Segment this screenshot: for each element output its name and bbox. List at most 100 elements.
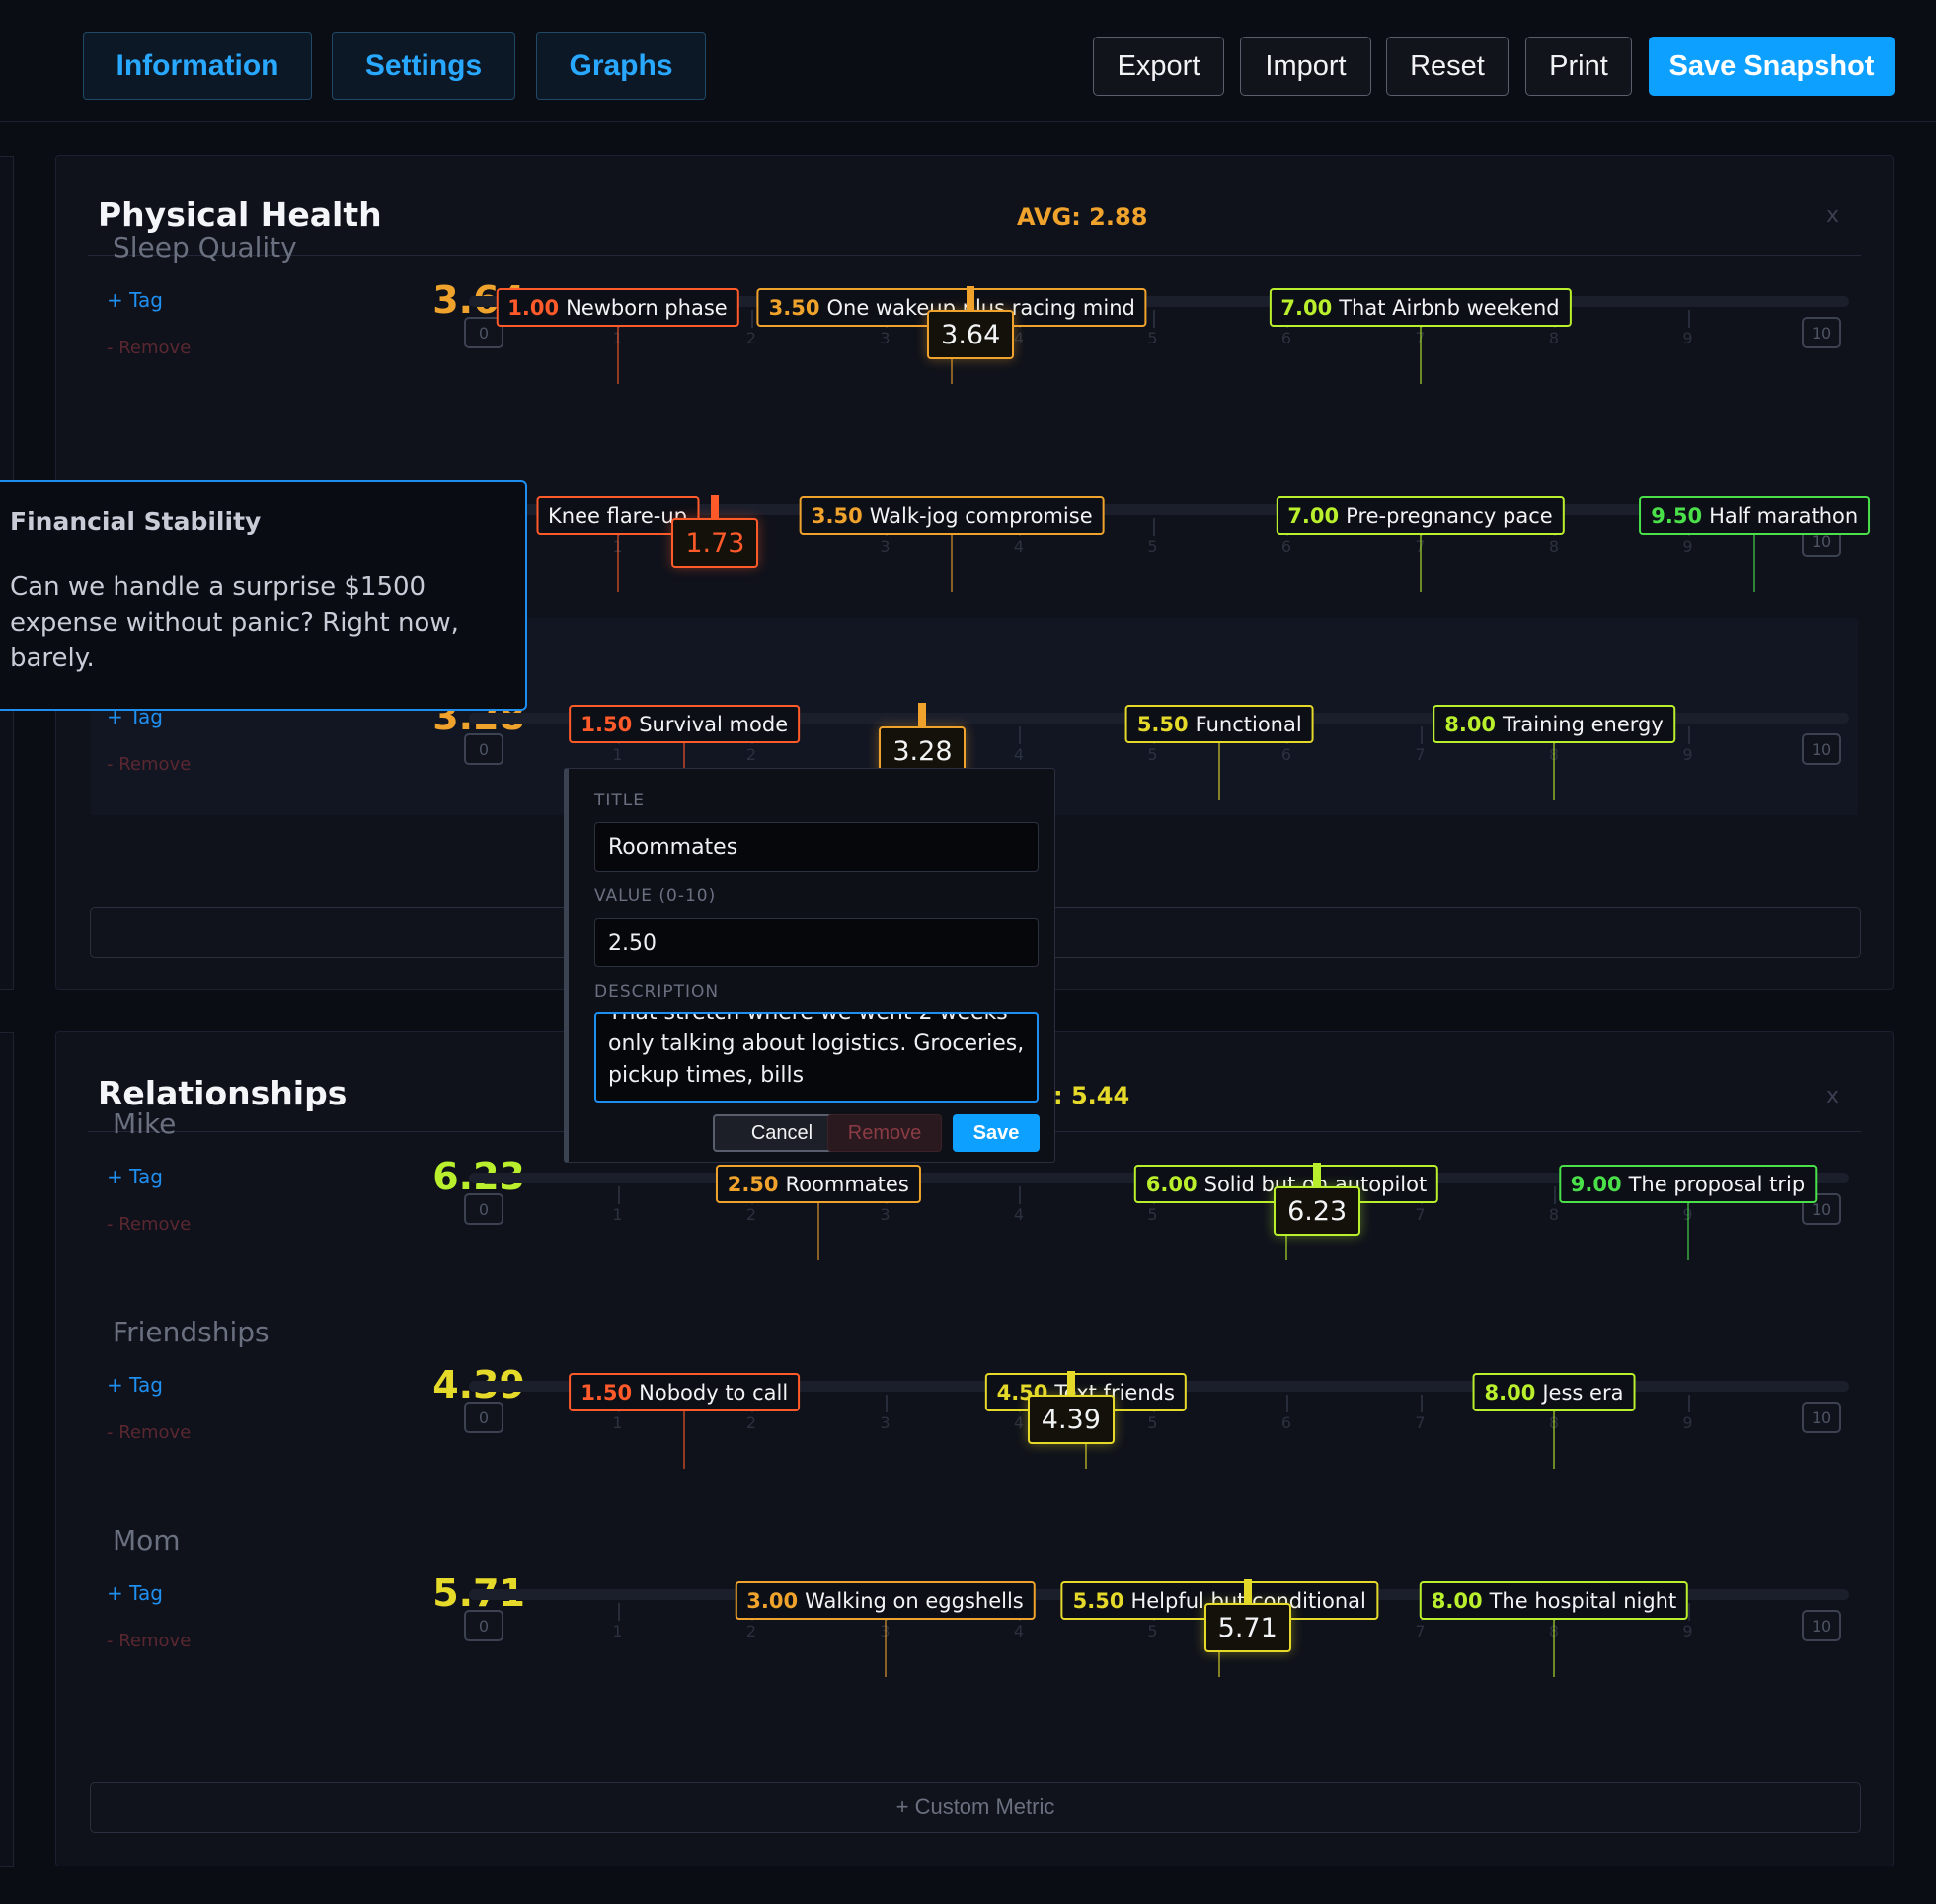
anchor-tag[interactable]: 2.50 Roommates [715, 1165, 921, 1203]
tab-graphs[interactable]: Graphs [536, 32, 706, 100]
import-button[interactable]: Import [1240, 37, 1371, 96]
anchor-tag-label: Survival mode [639, 712, 789, 736]
axis-tick [1687, 726, 1690, 744]
axis-tick [1687, 1395, 1690, 1412]
tag-connector [1553, 1411, 1555, 1469]
axis-tick-label: 7 [1415, 1205, 1426, 1224]
axis-tick-label: 6 [1280, 537, 1292, 556]
tab-information[interactable]: Information [83, 32, 312, 100]
custom-metric-button[interactable]: + Custom Metric [90, 1782, 1861, 1833]
tag-connector [951, 535, 954, 592]
anchor-tag-value: 1.00 [507, 295, 560, 320]
axis-tick-label: 3 [880, 1205, 891, 1224]
anchor-tag[interactable]: 3.00 Walking on eggshells [735, 1581, 1036, 1620]
description-textarea[interactable]: That stretch where we went 2 weeks only … [594, 1012, 1039, 1103]
value-input[interactable] [594, 918, 1039, 967]
score-marker[interactable]: 6.23 [1274, 1186, 1361, 1236]
score-marker[interactable]: 5.71 [1203, 1603, 1291, 1652]
anchor-tag-label: Nobody to call [639, 1380, 789, 1405]
anchor-tag[interactable]: 8.00 The hospital night [1419, 1581, 1689, 1620]
axis-tick-label: 9 [1682, 537, 1693, 556]
axis-tick [1152, 310, 1155, 328]
tag-connector [1419, 327, 1422, 384]
axis-tick-label: 6 [1280, 745, 1292, 764]
slider-handle[interactable] [1243, 1579, 1252, 1603]
axis-tick-label: 7 [1415, 745, 1426, 764]
axis-tick-label: 2 [745, 1622, 757, 1640]
remove-metric-button[interactable]: - Remove [107, 754, 191, 775]
tag-connector [1218, 743, 1221, 800]
anchor-tag[interactable]: 3.50 Walk-jog compromise [799, 496, 1105, 535]
tag-connector [884, 1620, 887, 1677]
anchor-tag[interactable]: 9.00 The proposal trip [1558, 1165, 1818, 1203]
anchor-tag-value: 7.00 [1280, 295, 1333, 320]
anchor-tag[interactable]: 1.50 Nobody to call [569, 1373, 801, 1411]
add-tag-button[interactable]: + Tag [107, 288, 163, 312]
save-snapshot-button[interactable]: Save Snapshot [1649, 37, 1895, 96]
add-tag-button[interactable]: + Tag [107, 1165, 163, 1188]
axis-tick-label: 7 [1415, 1622, 1426, 1640]
description-label: DESCRIPTION [594, 982, 720, 1002]
anchor-tag[interactable]: 7.00 Pre-pregnancy pace [1276, 496, 1565, 535]
remove-button[interactable]: Remove [827, 1114, 942, 1152]
axis-tick-label: 2 [745, 1205, 757, 1224]
add-tag-button[interactable]: + Tag [107, 1581, 163, 1605]
metric-name: Mom [113, 1524, 181, 1557]
remove-metric-button[interactable]: - Remove [107, 1631, 191, 1651]
anchor-tag-value: 1.50 [581, 1380, 633, 1405]
slider-handle[interactable] [711, 495, 720, 518]
anchor-tag-value: 5.50 [1136, 712, 1189, 736]
axis-tick-label: 1 [612, 745, 623, 764]
tag-connector [1419, 535, 1422, 592]
axis-tick-label: 5 [1147, 329, 1158, 347]
axis-tick-label: 4 [1013, 1413, 1025, 1432]
axis-tick [1687, 310, 1690, 328]
axis-tick-label: 5 [1147, 1413, 1158, 1432]
slider-handle[interactable] [967, 286, 975, 310]
axis-tick-label: 9 [1682, 329, 1693, 347]
remove-metric-button[interactable]: - Remove [107, 1422, 191, 1443]
remove-metric-button[interactable]: - Remove [107, 338, 191, 358]
anchor-tag-value: 7.00 [1287, 503, 1340, 528]
axis-tick [617, 1603, 620, 1621]
slider-handle[interactable] [1066, 1371, 1075, 1395]
title-input[interactable] [594, 822, 1039, 872]
axis-tick-label: 4 [1013, 537, 1025, 556]
anchor-tag[interactable]: 8.00 Jess era [1472, 1373, 1636, 1411]
axis-tick-label: 3 [880, 1413, 891, 1432]
slider-handle[interactable] [918, 703, 927, 726]
tag-connector [616, 535, 619, 592]
remove-metric-button[interactable]: - Remove [107, 1214, 191, 1235]
anchor-tag[interactable]: 8.00 Training energy [1433, 705, 1675, 743]
save-button[interactable]: Save [953, 1114, 1040, 1152]
anchor-tag-label: The hospital night [1489, 1588, 1677, 1613]
add-tag-button[interactable]: + Tag [107, 1373, 163, 1397]
metric-name: Sleep Quality [113, 231, 297, 264]
anchor-tag[interactable]: 5.50 Functional [1124, 705, 1314, 743]
anchor-tag-value: 8.00 [1484, 1380, 1536, 1405]
axis-tick-label: 5 [1147, 1205, 1158, 1224]
axis-tick-label: 4 [1013, 745, 1025, 764]
print-button[interactable]: Print [1525, 37, 1632, 96]
reset-button[interactable]: Reset [1386, 37, 1509, 96]
anchor-tag[interactable]: 1.50 Survival mode [569, 705, 801, 743]
anchor-tag-value: 8.00 [1431, 1588, 1483, 1613]
tab-settings[interactable]: Settings [332, 32, 515, 100]
axis-tick-label: 5 [1147, 1622, 1158, 1640]
metric-name: Mike [113, 1107, 177, 1140]
tag-connector [616, 327, 619, 384]
axis-tick-label: 5 [1147, 537, 1158, 556]
anchor-tag[interactable]: 1.00 Newborn phase [496, 288, 739, 327]
anchor-tag-label: Roommates [785, 1172, 909, 1196]
export-button[interactable]: Export [1093, 37, 1224, 96]
score-marker[interactable]: 4.39 [1027, 1395, 1115, 1444]
anchor-tag[interactable]: 9.50 Half marathon [1639, 496, 1871, 535]
score-marker[interactable]: 3.64 [927, 310, 1015, 359]
anchor-tag-value: 6.00 [1145, 1172, 1198, 1196]
anchor-tag[interactable]: 7.00 That Airbnb weekend [1269, 288, 1572, 327]
score-marker[interactable]: 1.73 [671, 518, 759, 568]
axis-tick-label: 2 [745, 329, 757, 347]
tag-connector [1553, 1620, 1555, 1677]
slider-handle[interactable] [1313, 1163, 1322, 1186]
axis-max-box: 10 [1802, 317, 1841, 348]
